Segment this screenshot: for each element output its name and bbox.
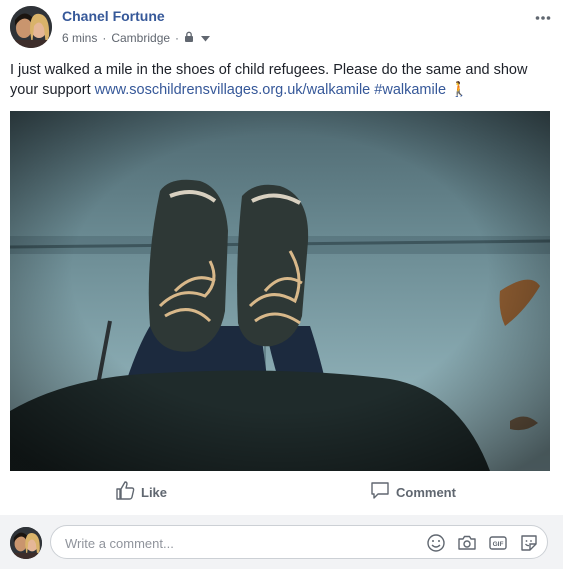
author-name[interactable]: Chanel Fortune [62, 8, 165, 24]
post-meta: 6 mins · Cambridge · [62, 31, 211, 45]
post-hashtag[interactable]: #walkamile [374, 82, 446, 98]
author-avatar[interactable] [10, 6, 52, 48]
viewer-avatar[interactable] [10, 527, 42, 559]
gif-icon[interactable]: GIF [488, 533, 508, 553]
post-text: I just walked a mile in the shoes of chi… [10, 60, 550, 100]
feed-post: Chanel Fortune 6 mins · Cambridge · I ju… [0, 0, 563, 569]
post-time[interactable]: 6 mins [62, 31, 97, 45]
meta-separator-2: · [175, 31, 180, 45]
emoji-icon[interactable] [426, 533, 446, 553]
comment-button[interactable]: Comment [370, 481, 456, 503]
lock-icon[interactable] [184, 31, 194, 45]
camera-icon[interactable] [457, 533, 477, 553]
comment-input-box[interactable]: GIF [50, 525, 548, 559]
like-label: Like [141, 484, 168, 500]
post-actions: Like Comment [10, 473, 550, 511]
post-link[interactable]: www.soschildrensvillages.org.uk/walkamil… [95, 82, 371, 98]
post-photo[interactable] [10, 111, 550, 471]
thumbs-up-icon [115, 481, 135, 503]
like-button[interactable]: Like [115, 481, 167, 503]
post-location[interactable]: Cambridge [111, 31, 170, 45]
walking-emoji-icon: 🚶 [450, 82, 469, 98]
svg-text:GIF: GIF [493, 541, 504, 548]
comment-composer: GIF [0, 515, 563, 569]
chevron-down-icon[interactable] [201, 31, 211, 45]
comment-label: Comment [396, 484, 456, 500]
more-options-icon[interactable] [535, 8, 551, 26]
meta-separator: · [102, 31, 107, 45]
speech-bubble-icon [370, 481, 390, 503]
comment-tools: GIF [426, 533, 539, 553]
comment-input[interactable] [63, 532, 407, 554]
post-header: Chanel Fortune 6 mins · Cambridge · [10, 6, 553, 50]
sticker-icon[interactable] [519, 533, 539, 553]
